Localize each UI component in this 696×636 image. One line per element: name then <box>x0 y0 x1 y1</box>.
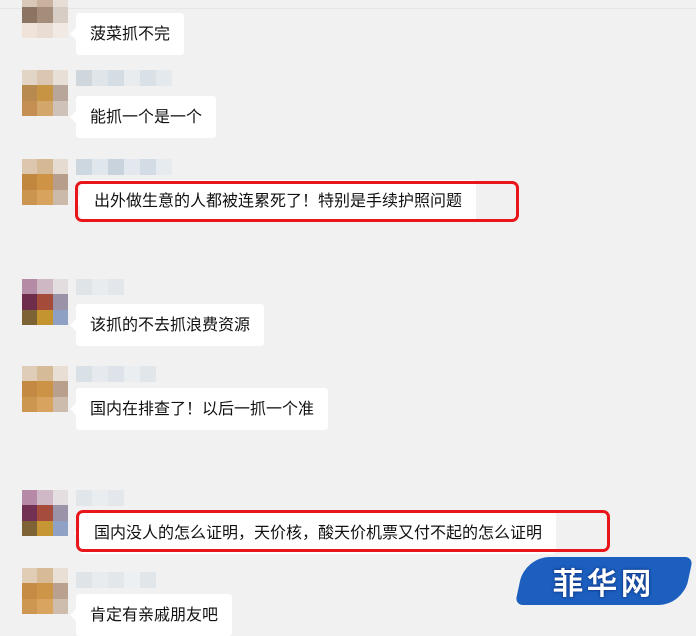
blurred-avatar[interactable] <box>22 366 68 412</box>
blurred-avatar[interactable] <box>22 159 68 205</box>
blurred-avatar[interactable] <box>22 70 68 116</box>
blurred-avatar[interactable] <box>22 0 68 38</box>
message-bubble: 菠菜抓不完 <box>69 13 185 55</box>
blurred-sender-name <box>76 159 172 175</box>
message-bubble: 能抓一个是一个 <box>69 96 217 138</box>
message-text: 能抓一个是一个 <box>90 107 203 126</box>
message-text: 国内在排查了！以后一抓一个准 <box>90 399 315 418</box>
blurred-sender-name <box>76 366 156 382</box>
top-divider <box>0 8 696 9</box>
red-highlight-box <box>76 510 610 552</box>
message-text: 该抓的不去抓浪费资源 <box>90 315 251 334</box>
message-text: 菠菜抓不完 <box>90 24 171 43</box>
blurred-avatar[interactable] <box>22 568 68 614</box>
watermark-logo: 菲华网 <box>514 555 694 607</box>
message-bubble: 肯定有亲戚朋友吧 <box>69 594 233 636</box>
blurred-sender-name <box>76 490 124 506</box>
blurred-sender-name <box>76 279 124 295</box>
message-text: 肯定有亲戚朋友吧 <box>90 605 219 624</box>
red-highlight-box <box>75 181 519 222</box>
message-bubble: 国内在排查了！以后一抓一个准 <box>69 388 329 430</box>
message-bubble: 该抓的不去抓浪费资源 <box>69 304 265 346</box>
blurred-sender-name <box>76 70 172 86</box>
blurred-avatar[interactable] <box>22 490 68 536</box>
blurred-sender-name <box>76 572 156 588</box>
blurred-avatar[interactable] <box>22 279 68 325</box>
watermark-text: 菲华网 <box>553 567 655 602</box>
